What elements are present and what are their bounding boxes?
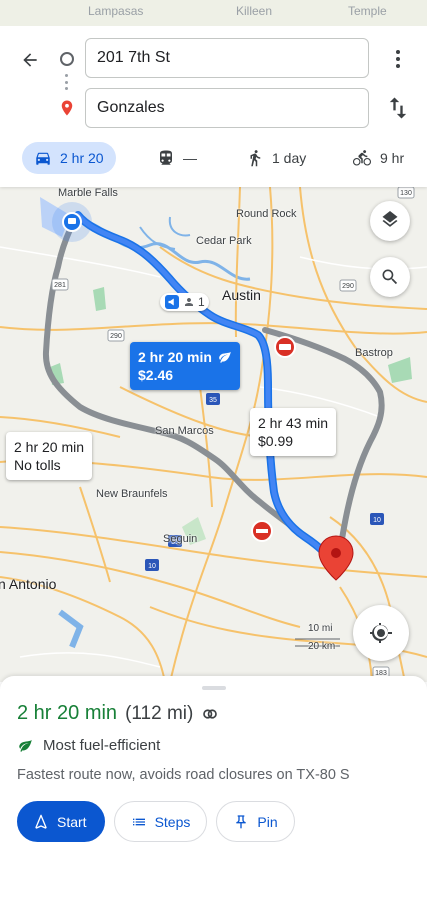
route-description: Fastest route now, avoids road closures … xyxy=(17,767,350,783)
alt-route-no-tolls-time: 2 hr 20 min xyxy=(14,439,85,455)
arrow-back-icon xyxy=(23,53,37,67)
svg-text:290: 290 xyxy=(110,333,122,340)
sheet-drag-handle[interactable] xyxy=(202,686,226,690)
city-label-new-braunfels: New Braunfels xyxy=(96,488,168,500)
city-label-san-antonio: n Antonio xyxy=(0,576,57,592)
search-icon xyxy=(382,269,398,285)
alt-route-toll-callout[interactable]: 2 hr 43 min $0.99 xyxy=(250,408,337,456)
fuel-efficiency-label: Most fuel-efficient xyxy=(43,737,161,754)
city-label-marble-falls: Marble Falls xyxy=(58,187,118,199)
river xyxy=(85,220,251,281)
scale-label-mi: 10 mi xyxy=(308,623,333,634)
tab-transit[interactable]: — xyxy=(145,142,209,174)
scale-label-km: 20 km xyxy=(308,641,336,652)
tab-driving[interactable]: 2 hr 20 xyxy=(22,142,116,174)
alt-route-toll-cost: $0.99 xyxy=(258,433,294,449)
lake xyxy=(58,609,84,649)
map-peek-strip: Lampasas Killeen Temple xyxy=(0,0,427,26)
route-actions: Start Steps Pin xyxy=(17,801,295,842)
city-label-san-marcos: San Marcos xyxy=(155,425,214,437)
map-label-killeen: Killeen xyxy=(236,4,273,18)
route-distance: (112 mi) xyxy=(125,702,194,724)
start-button-label: Start xyxy=(57,813,87,830)
start-button[interactable]: Start xyxy=(17,801,105,842)
navigation-arrow-icon xyxy=(35,814,47,829)
link-share-icon[interactable] xyxy=(201,705,219,723)
map-label-temple: Temple xyxy=(348,4,387,18)
tab-walking[interactable]: 1 day xyxy=(234,142,318,174)
origin-dot-icon xyxy=(60,52,74,66)
megaphone-icon xyxy=(165,295,179,309)
tab-cycling[interactable]: 9 hr xyxy=(340,142,416,174)
svg-text:10: 10 xyxy=(148,563,156,570)
route-connector-dots xyxy=(65,74,69,90)
primary-route-callout[interactable]: 2 hr 20 min $2.46 xyxy=(130,342,240,390)
leaf-icon xyxy=(19,739,32,752)
travel-mode-tabs: 2 hr 20 — 1 day 9 hr xyxy=(0,140,427,178)
alt-route-toll-time: 2 hr 43 min xyxy=(258,415,329,431)
svg-text:290: 290 xyxy=(342,283,354,290)
pin-button-label: Pin xyxy=(257,813,278,830)
car-icon xyxy=(36,152,50,165)
svg-text:35: 35 xyxy=(209,397,217,404)
fuel-efficiency-row: Most fuel-efficient xyxy=(18,737,160,754)
city-label-bastrop: Bastrop xyxy=(355,347,393,359)
pushpin-icon xyxy=(236,814,247,829)
park-area xyxy=(388,357,412,383)
tab-driving-label: 2 hr 20 xyxy=(60,150,104,166)
eco-leaf-icon xyxy=(219,351,231,363)
destination-pin-icon xyxy=(61,100,73,116)
alt-route-no-tolls-callout[interactable]: 2 hr 20 min No tolls xyxy=(6,432,93,480)
bike-icon xyxy=(353,150,371,166)
alt-route-no-tolls-note: No tolls xyxy=(14,457,61,473)
more-options-button[interactable] xyxy=(384,44,412,74)
route-map[interactable]: 281 290 35 35 10 10 183 290 130 Marble F… xyxy=(0,187,427,682)
crosshair-icon xyxy=(370,623,392,643)
tab-transit-label: — xyxy=(183,150,197,166)
park-area xyxy=(93,287,106,311)
directions-header: Lampasas Killeen Temple 201 7th St Gonza… xyxy=(0,0,427,187)
traffic-report-badge[interactable]: 1 xyxy=(160,293,209,311)
tab-cycling-label: 9 hr xyxy=(380,150,405,166)
traffic-report-count: 1 xyxy=(198,295,205,309)
primary-route-cost: $2.46 xyxy=(138,367,174,383)
primary-route-time: 2 hr 20 min xyxy=(138,349,212,365)
route-duration: 2 hr 20 min xyxy=(17,702,118,724)
route-summary: 2 hr 20 min (112 mi) xyxy=(17,702,219,725)
swap-locations-button[interactable] xyxy=(384,94,412,122)
list-icon xyxy=(132,818,145,825)
route-details-sheet[interactable]: 2 hr 20 min (112 mi) Most fuel-efficient… xyxy=(0,676,427,900)
city-label-round-rock: Round Rock xyxy=(236,208,297,220)
my-location-button[interactable] xyxy=(353,605,409,661)
svg-text:281: 281 xyxy=(54,282,66,289)
more-vert-icon xyxy=(396,50,400,54)
layers-icon xyxy=(382,211,398,227)
search-along-route-button[interactable] xyxy=(370,257,410,297)
origin-car-glyph xyxy=(68,218,76,224)
map-label-lampasas: Lampasas xyxy=(88,4,144,18)
city-label-cedar-park: Cedar Park xyxy=(196,235,252,247)
pin-button[interactable]: Pin xyxy=(216,801,295,842)
steps-button-label: Steps xyxy=(154,813,191,830)
person-icon xyxy=(185,298,193,306)
destination-field[interactable]: Gonzales xyxy=(85,88,369,128)
tab-walking-label: 1 day xyxy=(272,150,307,166)
walk-icon xyxy=(250,150,261,167)
layers-button[interactable] xyxy=(370,201,410,241)
transit-icon xyxy=(160,150,172,165)
back-button[interactable] xyxy=(14,44,46,76)
city-label-seguin: Seguin xyxy=(163,533,198,545)
svg-text:130: 130 xyxy=(400,190,412,197)
city-label-austin: Austin xyxy=(222,287,261,303)
svg-text:10: 10 xyxy=(373,517,381,524)
origin-field[interactable]: 201 7th St xyxy=(85,38,369,78)
steps-button[interactable]: Steps xyxy=(113,801,208,842)
